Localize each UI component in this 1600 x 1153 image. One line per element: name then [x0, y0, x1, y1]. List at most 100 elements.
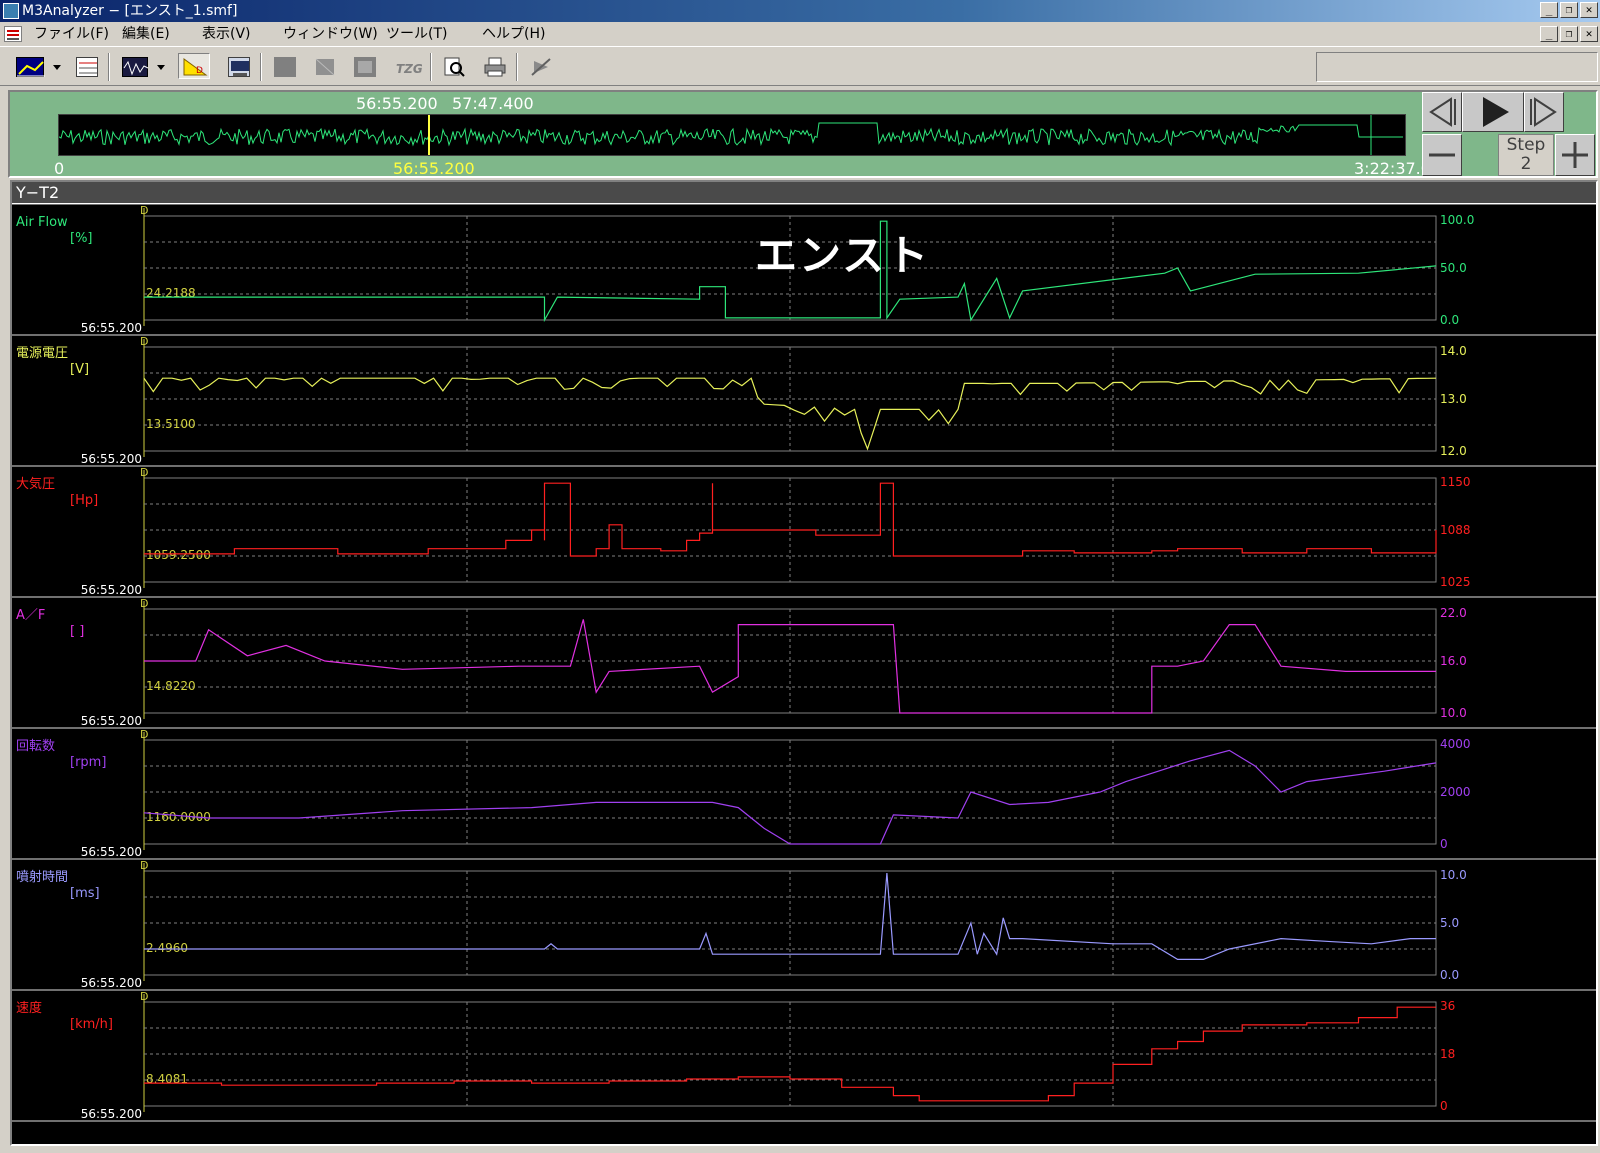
data-list-button[interactable] [72, 53, 100, 79]
square-icon [274, 57, 296, 77]
marker-d: D [140, 728, 148, 741]
y-tick-label: 5.0 [1440, 916, 1459, 930]
time-origin: 56:55.200 [81, 321, 142, 335]
svg-text:TZG: TZG [396, 62, 422, 76]
y-tick-label: 0.0 [1440, 968, 1459, 982]
step-back-icon [1429, 97, 1456, 127]
document-icon[interactable] [4, 26, 22, 42]
channel-panel[interactable]: 大気圧 [Hp] D 1059.2500 56:55.200 1150 1088 1025 [12, 465, 1596, 597]
doc-close-button[interactable]: ✕ [1580, 26, 1598, 42]
step-forward-icon [1530, 97, 1557, 127]
y-tick-label: 0 [1440, 837, 1448, 851]
disabled-tool-3[interactable] [350, 53, 378, 79]
channel-name: 電源電圧 [16, 346, 68, 361]
yt-chart-window: Y−T2 Air Flow [%] D 24.2188 56:55.200 100.0 50… [10, 180, 1598, 1146]
frame-icon [354, 57, 376, 77]
channel-panel[interactable]: 電源電圧[V] D 13.5100 56:55.200 14.0 13.0 12.0 [12, 334, 1596, 466]
chevron-down-icon[interactable] [53, 65, 61, 70]
channel-unit: [%] [70, 231, 93, 246]
toolbar-separator [516, 53, 518, 81]
channel-trace [144, 873, 1436, 961]
channel-panel[interactable]: 回転数[rpm]D1160.000056:55.200400020000 [12, 727, 1596, 859]
y-tick-label: 18 [1440, 1047, 1455, 1061]
yt-chart[interactable]: Air Flow[%] D 24.2188 56:55.200 100.0 50.0 0.0… [12, 204, 1596, 1144]
y-tick-label: 100.0 [1440, 213, 1474, 227]
time-origin: 56:55.200 [81, 452, 142, 466]
plus-icon [1562, 142, 1588, 168]
cursor-value: 8.4081 [146, 1072, 188, 1086]
y-tick-label: 0 [1440, 1099, 1448, 1113]
menu-edit[interactable]: 編集(E) [122, 22, 170, 46]
disabled-tool-1[interactable] [270, 53, 298, 79]
channel-name: 速度 [16, 1000, 42, 1016]
chevron-down-icon[interactable] [157, 65, 165, 70]
minus-icon [1429, 153, 1455, 157]
app-icon [3, 3, 19, 19]
y-tick-label: 1088 [1440, 523, 1471, 537]
yt-graph-button[interactable] [12, 53, 46, 79]
cursor-value: 13.5100 [146, 417, 196, 431]
marker-d: D [140, 597, 148, 610]
step-back-button[interactable] [1422, 92, 1462, 132]
step-value: 2 [1520, 154, 1532, 174]
menu-help[interactable]: ヘルプ(H) [482, 22, 545, 46]
channel-unit: [Hp] [70, 493, 98, 508]
menu-view[interactable]: 表示(V) [202, 22, 251, 46]
step-decrease-button[interactable] [1422, 134, 1462, 176]
menu-file[interactable]: ファイル(F) [34, 22, 109, 46]
time-origin: 56:55.200 [81, 845, 142, 859]
yt-graph-icon [16, 57, 45, 77]
menu-tools[interactable]: ツール(T) [386, 22, 447, 46]
disabled-tool-4[interactable]: TZG [390, 53, 424, 79]
svg-text:D: D [196, 66, 203, 76]
menu-window[interactable]: ウィンドウ(W) [283, 22, 378, 46]
monitor-button[interactable] [224, 53, 252, 79]
channel-panel[interactable]: 噴射時間[ms] D 2.4960 56:55.200 10.0 5.0 0.0 [12, 858, 1596, 990]
y-tick-label: 22.0 [1440, 606, 1467, 620]
minimize-button[interactable]: _ [1540, 2, 1558, 18]
disabled-tool-5[interactable] [526, 53, 554, 79]
close-button[interactable]: ✕ [1580, 2, 1598, 18]
channel-name: Air Flow [16, 215, 68, 230]
y-tick-label: 10.0 [1440, 706, 1467, 720]
channel-unit: [ ] [70, 624, 84, 639]
monitor-icon [228, 57, 250, 77]
waveform-button[interactable] [118, 53, 149, 79]
cursor-value: 24.2188 [146, 286, 196, 300]
chart-header: Y−T2 [12, 182, 1596, 204]
toolbar-separator [108, 53, 110, 81]
y-tick-label: 12.0 [1440, 444, 1467, 458]
toolbar-separator [260, 53, 262, 81]
ruler-icon: D [182, 57, 208, 77]
time-origin: 56:55.200 [81, 583, 142, 597]
overview-plot[interactable] [58, 114, 1406, 156]
step-increase-button[interactable] [1555, 134, 1595, 176]
disabled-tool-2[interactable] [310, 53, 338, 79]
marker-d: D [140, 859, 148, 872]
cursor-value: 1059.2500 [146, 548, 211, 562]
doc-restore-button[interactable]: ❐ [1560, 26, 1578, 42]
toolbar-status-box [1316, 52, 1598, 82]
magnifier-icon [444, 57, 466, 77]
print-preview-button[interactable] [440, 53, 468, 79]
channel-panel[interactable]: 速度 [km/h] D 8.4081 56:55.200 36 18 0 [12, 989, 1596, 1121]
y-tick-label: 1150 [1440, 475, 1471, 489]
overview-panel: 56:55.200 57:47.400 0 56:55.200 3:22:37.… [8, 90, 1598, 178]
y-tick-label: 50.0 [1440, 261, 1467, 275]
y-tick-label: 4000 [1440, 737, 1471, 751]
overview-axis-start: 0 [54, 159, 65, 178]
ramp-icon [314, 57, 336, 77]
print-button[interactable] [480, 53, 508, 79]
step-forward-button[interactable] [1524, 92, 1564, 132]
pin-icon [530, 57, 552, 77]
tzg-icon: TZG [394, 57, 423, 77]
doc-minimize-button[interactable]: _ [1540, 26, 1558, 42]
marker-d: D [140, 990, 148, 1003]
toolbar: D TZG [0, 46, 1600, 86]
waveform-icon [122, 57, 149, 77]
maximize-button[interactable]: ❐ [1560, 2, 1578, 18]
marker-d: D [140, 204, 148, 217]
cursor-measure-button[interactable]: D [178, 53, 210, 79]
play-button[interactable] [1462, 92, 1524, 132]
channel-panel[interactable]: A／F [ ] D 14.8220 56:55.200 22.0 16.0 10.0 [12, 596, 1596, 728]
